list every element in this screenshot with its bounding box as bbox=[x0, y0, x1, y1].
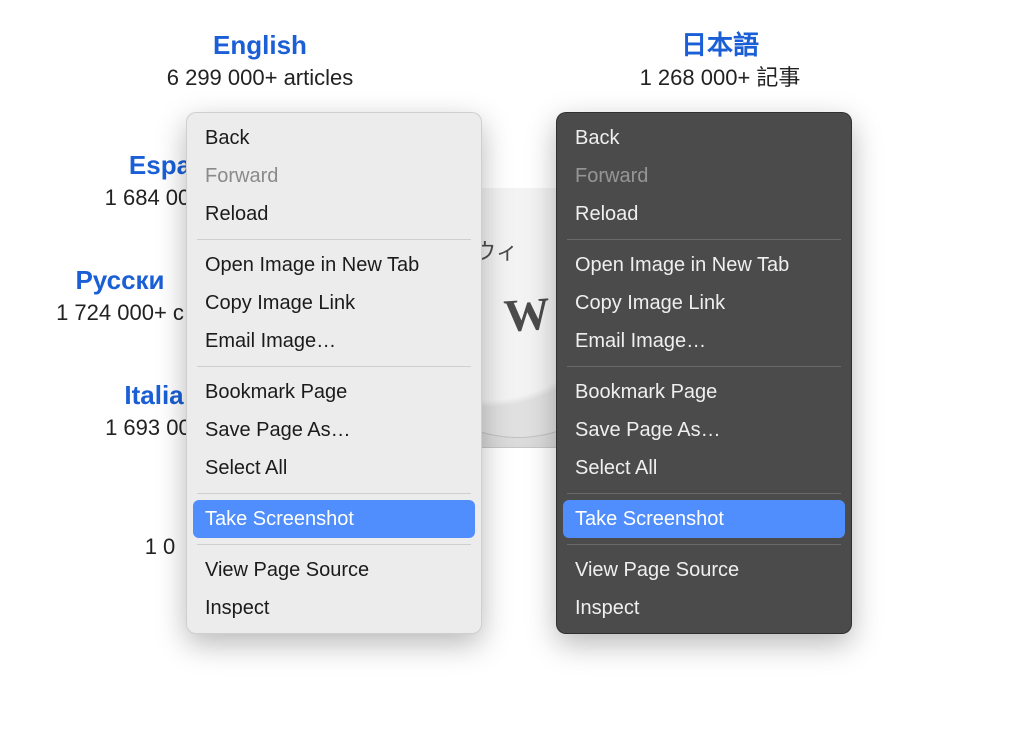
menu-reload[interactable]: Reload bbox=[187, 195, 481, 233]
menu-email-image[interactable]: Email Image… bbox=[557, 322, 851, 360]
menu-separator bbox=[197, 544, 471, 545]
menu-separator bbox=[567, 544, 841, 545]
menu-view-source[interactable]: View Page Source bbox=[187, 551, 481, 589]
menu-copy-image-link[interactable]: Copy Image Link bbox=[187, 284, 481, 322]
menu-save-as[interactable]: Save Page As… bbox=[557, 411, 851, 449]
menu-take-screenshot[interactable]: Take Screenshot bbox=[563, 500, 845, 538]
lang-japanese[interactable]: 日本語 1 268 000+ 記事 bbox=[580, 30, 860, 94]
lang-count: 6 299 000+ articles bbox=[120, 63, 400, 94]
menu-separator bbox=[567, 239, 841, 240]
menu-separator bbox=[197, 366, 471, 367]
language-grid: English 6 299 000+ articles 日本語 1 268 00… bbox=[0, 0, 1024, 729]
lang-english[interactable]: English 6 299 000+ articles bbox=[120, 30, 400, 94]
menu-open-image[interactable]: Open Image in New Tab bbox=[557, 246, 851, 284]
menu-email-image[interactable]: Email Image… bbox=[187, 322, 481, 360]
menu-take-screenshot[interactable]: Take Screenshot bbox=[193, 500, 475, 538]
menu-forward: Forward bbox=[187, 157, 481, 195]
menu-save-as[interactable]: Save Page As… bbox=[187, 411, 481, 449]
menu-open-image[interactable]: Open Image in New Tab bbox=[187, 246, 481, 284]
menu-bookmark[interactable]: Bookmark Page bbox=[187, 373, 481, 411]
menu-separator bbox=[197, 239, 471, 240]
context-menu-dark: Back Forward Reload Open Image in New Ta… bbox=[556, 112, 852, 634]
menu-select-all[interactable]: Select All bbox=[187, 449, 481, 487]
menu-bookmark[interactable]: Bookmark Page bbox=[557, 373, 851, 411]
menu-back[interactable]: Back bbox=[557, 119, 851, 157]
globe-letter: W bbox=[502, 286, 552, 342]
lang-name: 日本語 bbox=[580, 30, 860, 61]
lang-count: 1 268 000+ 記事 bbox=[580, 63, 860, 94]
lang-name: English bbox=[120, 30, 400, 61]
menu-separator bbox=[567, 493, 841, 494]
menu-separator bbox=[567, 366, 841, 367]
menu-separator bbox=[197, 493, 471, 494]
menu-copy-image-link[interactable]: Copy Image Link bbox=[557, 284, 851, 322]
menu-select-all[interactable]: Select All bbox=[557, 449, 851, 487]
menu-forward: Forward bbox=[557, 157, 851, 195]
menu-back[interactable]: Back bbox=[187, 119, 481, 157]
menu-inspect[interactable]: Inspect bbox=[187, 589, 481, 627]
menu-view-source[interactable]: View Page Source bbox=[557, 551, 851, 589]
menu-reload[interactable]: Reload bbox=[557, 195, 851, 233]
context-menu-light: Back Forward Reload Open Image in New Ta… bbox=[186, 112, 482, 634]
menu-inspect[interactable]: Inspect bbox=[557, 589, 851, 627]
